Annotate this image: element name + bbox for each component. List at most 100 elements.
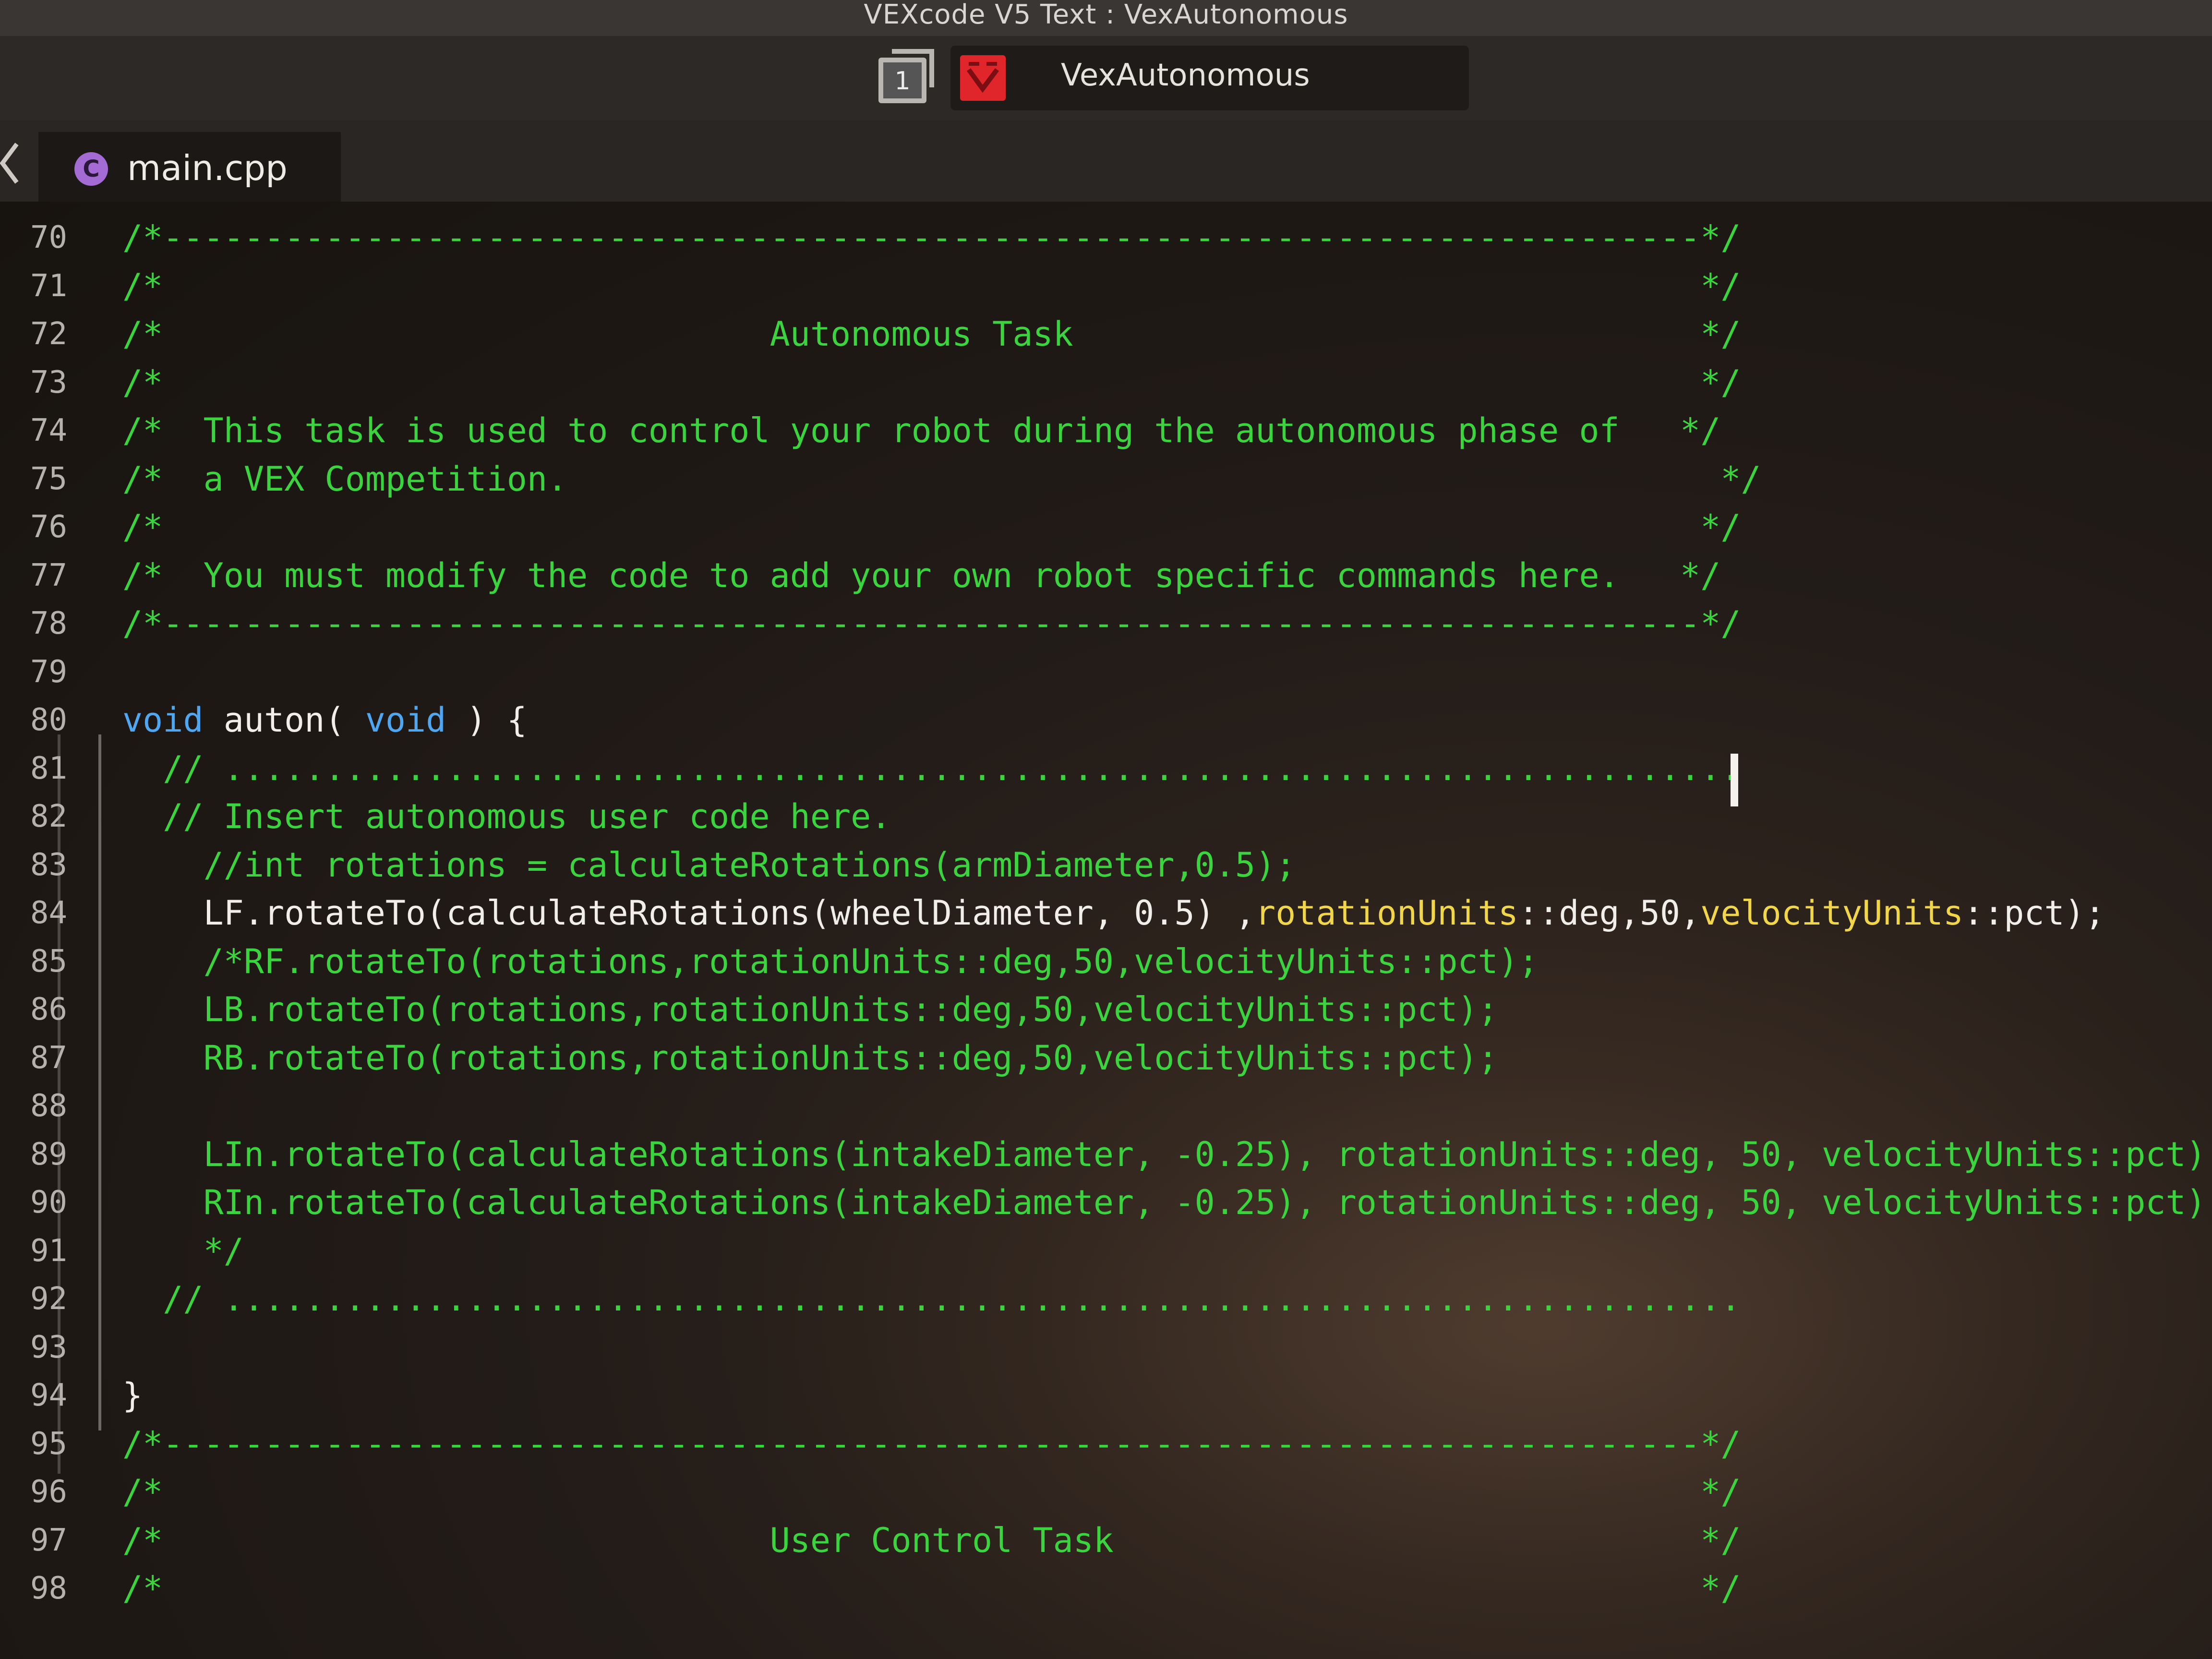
code-line[interactable]: 92 // ..................................… [0, 1275, 2212, 1323]
code-line[interactable]: 79 [0, 648, 2212, 696]
line-number: 94 [30, 1378, 67, 1413]
code-text: /* */ [122, 262, 1741, 310]
code-token: ::deg,50, [1518, 893, 1701, 933]
line-number: 83 [30, 847, 67, 883]
code-token: /* */ [122, 362, 1741, 402]
code-line[interactable]: 85 /*RF.rotateTo(rotations,rotationUnits… [0, 938, 2212, 986]
code-token: ) { [446, 700, 527, 740]
code-token: } [122, 1376, 143, 1415]
code-line[interactable]: 80 void auton( void ) { [0, 696, 2212, 744]
code-line[interactable]: 86 LB.rotateTo(rotations,rotationUnits::… [0, 986, 2212, 1034]
code-line[interactable]: 77 /* You must modify the code to add you… [0, 552, 2212, 600]
code-text: /*--------------------------------------… [122, 600, 1741, 648]
code-token: rotationUnits [1255, 893, 1518, 933]
code-line[interactable]: 71 /* */ [0, 262, 2212, 310]
code-token: LIn.rotateTo(calculateRotations(intakeDi… [122, 1134, 2212, 1174]
code-line[interactable]: 95 /*------------------------------------… [0, 1420, 2212, 1468]
code-text: } [122, 1371, 143, 1419]
code-text: /* a VEX Competition. */ [122, 455, 1761, 503]
code-line[interactable]: 94} [0, 1371, 2212, 1419]
code-line[interactable]: 72 /* Autonomous Task */ [0, 310, 2212, 358]
code-text: LB.rotateTo(rotations,rotationUnits::deg… [122, 986, 1498, 1034]
code-token: void [365, 700, 446, 740]
project-tab[interactable]: VexAutonomous [950, 46, 1469, 110]
code-line[interactable]: 83 //int rotations = calculateRotations(… [0, 841, 2212, 889]
line-number: 98 [30, 1571, 67, 1606]
line-number: 95 [30, 1426, 67, 1462]
code-line[interactable]: 91 */ [0, 1227, 2212, 1275]
line-number: 78 [30, 606, 67, 641]
code-line[interactable]: 93 [0, 1323, 2212, 1371]
toolbar: 1 VexAutonomous [0, 36, 2212, 120]
code-text: RIn.rotateTo(calculateRotations(intakeDi… [122, 1178, 2212, 1226]
code-token: /* You must modify the code to add your … [122, 555, 1721, 595]
code-text: // Insert autonomous user code here. [122, 793, 891, 841]
code-text: // .....................................… [122, 1275, 1741, 1323]
code-line[interactable]: 78 /*------------------------------------… [0, 600, 2212, 648]
code-token: void [122, 700, 204, 740]
line-number: 90 [30, 1185, 67, 1220]
code-line[interactable]: 84 LF.rotateTo(calculateRotations(wheelD… [0, 889, 2212, 937]
code-line[interactable]: 70 /*------------------------------------… [0, 214, 2212, 262]
code-token: LB.rotateTo(rotations,rotationUnits::deg… [122, 990, 1498, 1029]
line-number: 75 [30, 461, 67, 497]
code-line[interactable]: 98 /* */ [0, 1564, 2212, 1612]
title-bar: VEXcode V5 Text : VexAutonomous [0, 0, 2212, 36]
code-text: LIn.rotateTo(calculateRotations(intakeDi… [122, 1130, 2212, 1178]
code-text: /*--------------------------------------… [122, 214, 1741, 262]
code-line[interactable]: 81 // ..................................… [0, 745, 2212, 793]
code-token: /* Autonomous Task */ [122, 314, 1741, 354]
slot-selector-icon[interactable]: 1 [878, 49, 934, 103]
code-line[interactable]: 74 /* This task is used to control your r… [0, 407, 2212, 455]
code-text: //int rotations = calculateRotations(arm… [122, 841, 1296, 889]
line-number: 93 [30, 1329, 67, 1365]
code-text: /* */ [122, 1468, 1741, 1516]
line-number: 70 [30, 220, 67, 255]
code-line[interactable]: 96 /* */ [0, 1468, 2212, 1516]
code-token: // .....................................… [122, 1279, 1741, 1319]
code-token: /* a VEX Competition. */ [122, 459, 1761, 499]
code-line[interactable]: 76 /* */ [0, 503, 2212, 551]
project-name: VexAutonomous [1061, 58, 1310, 93]
line-number: 91 [30, 1233, 67, 1269]
code-token: // Insert autonomous user code here. [122, 797, 891, 836]
code-text: /*--------------------------------------… [122, 1420, 1741, 1468]
code-line[interactable]: 89 LIn.rotateTo(calculateRotations(intak… [0, 1130, 2212, 1178]
code-text: /* You must modify the code to add your … [122, 552, 1720, 600]
line-number: 79 [30, 654, 67, 690]
line-number: 73 [30, 364, 67, 400]
code-token: /* */ [122, 1569, 1741, 1608]
code-token: auton( [203, 700, 365, 740]
line-number: 82 [30, 799, 67, 834]
code-token: // .....................................… [122, 748, 1741, 788]
code-text: */ [122, 1227, 244, 1275]
vexcode-window: VEXcode V5 Text : VexAutonomous 1 VexAut… [0, 0, 2212, 1659]
code-token: ::pct); [1963, 893, 2105, 933]
line-number: 85 [30, 943, 67, 979]
line-number: 86 [30, 992, 67, 1027]
code-token: */ [122, 1231, 244, 1271]
code-line[interactable]: 90 RIn.rotateTo(calculateRotations(intak… [0, 1178, 2212, 1226]
code-line[interactable]: 97 /* User Control Task */ [0, 1516, 2212, 1564]
chevron-left-icon[interactable] [0, 139, 24, 187]
code-line[interactable]: 88 [0, 1082, 2212, 1130]
code-text: RB.rotateTo(rotations,rotationUnits::deg… [122, 1034, 1498, 1082]
code-token: //int rotations = calculateRotations(arm… [122, 845, 1296, 885]
code-token: velocityUnits [1700, 893, 1964, 933]
line-number: 71 [30, 268, 67, 304]
code-text: /* Autonomous Task */ [122, 310, 1741, 358]
code-editor[interactable]: 70 /*------------------------------------… [0, 202, 2212, 1659]
line-number: 81 [30, 750, 67, 786]
code-line[interactable]: 87 RB.rotateTo(rotations,rotationUnits::… [0, 1034, 2212, 1082]
code-text: /*RF.rotateTo(rotations,rotationUnits::d… [122, 938, 1539, 986]
code-text: /* This task is used to control your rob… [122, 407, 1720, 455]
window-title: VEXcode V5 Text : VexAutonomous [864, 0, 1348, 30]
text-cursor [1731, 754, 1738, 806]
tab-main-cpp[interactable]: C main.cpp [38, 132, 341, 202]
line-number: 76 [30, 509, 67, 545]
code-text: // .....................................… [122, 745, 1741, 793]
code-line[interactable]: 82 // Insert autonomous user code here. [0, 793, 2212, 841]
code-line[interactable]: 75 /* a VEX Competition. */ [0, 455, 2212, 503]
code-line[interactable]: 73 /* */ [0, 359, 2212, 407]
line-number: 74 [30, 413, 67, 448]
